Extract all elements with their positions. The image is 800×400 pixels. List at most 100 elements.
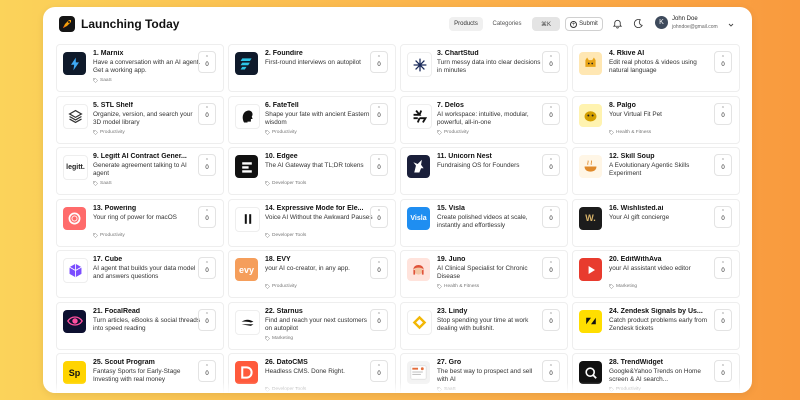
product-card[interactable]: 17. Cube AI agent that builds your data …	[56, 250, 224, 298]
upvote-button[interactable]: ⌃ 0	[542, 51, 560, 73]
product-card[interactable]: 14. Expressive Mode for Ele... Voice AI …	[228, 198, 396, 247]
product-name: 1. Marnix	[93, 50, 124, 57]
nav-products-tab[interactable]: Products	[449, 17, 483, 31]
upvote-button[interactable]: ⌃ 0	[542, 102, 560, 125]
product-card[interactable]: 5. STL Shelf Organize, version, and sear…	[56, 95, 224, 144]
product-card[interactable]: 8. Palgo Your Virtual Fit Pet Health & F…	[572, 95, 740, 144]
search-button[interactable]: ⌘K	[532, 17, 560, 31]
product-description: Your Virtual Fit Pet	[609, 110, 662, 118]
tag-icon	[609, 129, 614, 135]
product-card[interactable]: 12. Skill Soup A Evolutionary Agentic Sk…	[572, 147, 740, 195]
plus-circle-icon: +	[570, 20, 578, 28]
top-bar: Launching Today Products Categories ⌘K +…	[43, 7, 752, 43]
upvote-button[interactable]: ⌃ 0	[198, 205, 216, 228]
submit-button[interactable]: + Submit	[565, 17, 603, 31]
product-name: 13. Powering	[93, 204, 137, 212]
product-card[interactable]: 24. Zendesk Signals by Us... Catch produ…	[572, 301, 740, 350]
product-card[interactable]: 20. EditWithAva your AI assistant video …	[572, 250, 740, 298]
product-card[interactable]: 1. Marnix Have a conversation with an AI…	[56, 44, 224, 92]
product-card[interactable]: 7. Delos AI workspace: intuitive, modula…	[400, 95, 568, 144]
product-tag: Productivity	[437, 130, 469, 135]
product-name: 8. Palgo	[609, 101, 636, 109]
upvote-button[interactable]: ⌃ 0	[370, 51, 388, 73]
product-tag-label: Productivity	[272, 129, 297, 135]
upvote-button[interactable]: ⌃ 0	[542, 154, 560, 176]
product-card[interactable]: 11. Unicorn Nest Fundraising OS for Foun…	[400, 147, 568, 195]
upvote-count: 0	[205, 61, 209, 68]
upvote-button[interactable]: ⌃ 0	[198, 102, 216, 125]
avatar[interactable]: K	[655, 16, 668, 29]
product-name: 6. FateTell	[265, 101, 299, 109]
upvote-count: 0	[205, 216, 209, 222]
upvote-button[interactable]: ⌃ 0	[370, 257, 388, 279]
product-name: 16. Wishlisted.ai	[609, 204, 664, 212]
tag-icon	[437, 284, 442, 289]
product-tag-label: Productivity	[272, 284, 297, 289]
upvote-button[interactable]: ⌃ 0	[714, 102, 732, 125]
rocket-logo-icon[interactable]	[59, 16, 75, 32]
upvote-count: 0	[205, 113, 209, 119]
product-card[interactable]: 10. Edgee The AI Gateway that TL;DR toke…	[228, 147, 396, 195]
product-description: your AI co-creator, in any app.	[265, 265, 350, 272]
upvote-button[interactable]: ⌃ 0	[542, 360, 560, 382]
upvote-button[interactable]: ⌃ 0	[370, 205, 388, 228]
upvote-count: 0	[205, 370, 209, 377]
cube-icon	[63, 258, 88, 283]
upvote-button[interactable]: ⌃ 0	[542, 308, 560, 331]
product-card[interactable]: 2. Foundire First-round interviews on au…	[228, 44, 396, 92]
upvote-button[interactable]: ⌃ 0	[370, 102, 388, 125]
unicorn-icon	[407, 155, 430, 178]
product-card[interactable]: W. 16. Wishlisted.ai Your AI gift concie…	[572, 198, 740, 247]
moon-icon[interactable]	[633, 18, 644, 29]
upvote-button[interactable]: ⌃ 0	[714, 257, 732, 279]
product-description: Find and reach your next customers on au…	[265, 316, 367, 332]
product-tag: Health & Fitness	[437, 284, 479, 289]
product-card[interactable]: 6. FateTell Shape your fate with ancient…	[228, 95, 396, 144]
product-name: 22. Starnus	[265, 307, 303, 315]
upvote-button[interactable]: ⌃ 0	[370, 308, 388, 331]
chevron-down-icon[interactable]	[727, 21, 735, 29]
product-description: AI Clinical Specialist for Chronic Disea…	[437, 265, 528, 281]
upvote-button[interactable]: ⌃ 0	[370, 360, 388, 382]
upvote-button[interactable]: ⌃ 0	[198, 154, 216, 176]
product-card[interactable]: 23. Lindy Stop spending your time at wor…	[400, 301, 568, 350]
product-name: 17. Cube	[93, 256, 123, 263]
upvote-button[interactable]: ⌃ 0	[198, 51, 216, 73]
product-card[interactable]: evy 18. EVY your AI co-creator, in any a…	[228, 250, 396, 298]
product-description: Your ring of power for macOS	[93, 213, 177, 221]
upvote-button[interactable]: ⌃ 0	[714, 205, 732, 228]
product-description: Create polished videos at scale, instant…	[437, 213, 528, 229]
upvote-button[interactable]: ⌃ 0	[542, 205, 560, 228]
upvote-button[interactable]: ⌃ 0	[198, 257, 216, 279]
product-name: 11. Unicorn Nest	[437, 153, 492, 160]
upvote-button[interactable]: ⌃ 0	[714, 308, 732, 331]
product-name: 7. Delos	[437, 101, 464, 109]
product-card[interactable]: 13. Powering Your ring of power for macO…	[56, 198, 224, 247]
product-card[interactable]: legitt. 9. Legitt AI Contract Gener... G…	[56, 147, 224, 195]
pause-icon	[235, 206, 260, 232]
upvote-button[interactable]: ⌃ 0	[542, 257, 560, 279]
product-name: 9. Legitt AI Contract Gener...	[93, 153, 187, 160]
upvote-button[interactable]: ⌃ 0	[198, 360, 216, 382]
product-tag-label: Health & Fitness	[616, 129, 652, 135]
product-tag: Marketing	[609, 284, 637, 289]
nav-categories-tab[interactable]: Categories	[489, 17, 525, 31]
product-card[interactable]: Visla 15. Visla Create polished videos a…	[400, 198, 568, 247]
upvote-button[interactable]: ⌃ 0	[198, 308, 216, 331]
upvote-button[interactable]: ⌃ 0	[714, 154, 732, 176]
product-card[interactable]: 3. ChartStud Turn messy data into clear …	[400, 44, 568, 92]
product-card[interactable]: 4. Rkive AI Edit real photos & videos us…	[572, 44, 740, 92]
upvote-count: 0	[549, 113, 553, 119]
upvote-button[interactable]: ⌃ 0	[714, 51, 732, 73]
upvote-button[interactable]: ⌃ 0	[714, 360, 732, 382]
upvote-count: 0	[377, 61, 381, 68]
upvote-count: 0	[377, 267, 381, 274]
product-card[interactable]: 19. Juno AI Clinical Specialist for Chro…	[400, 250, 568, 298]
product-name: 25. Scout Program	[93, 359, 155, 366]
product-card[interactable]: 21. FocalRead Turn articles, eBooks & so…	[56, 301, 224, 350]
bell-icon[interactable]	[612, 18, 623, 29]
upvote-button[interactable]: ⌃ 0	[370, 154, 388, 176]
product-tag: Productivity	[93, 233, 125, 238]
product-tag: Productivity	[265, 130, 297, 135]
product-card[interactable]: 22. Starnus Find and reach your next cus…	[228, 301, 396, 350]
